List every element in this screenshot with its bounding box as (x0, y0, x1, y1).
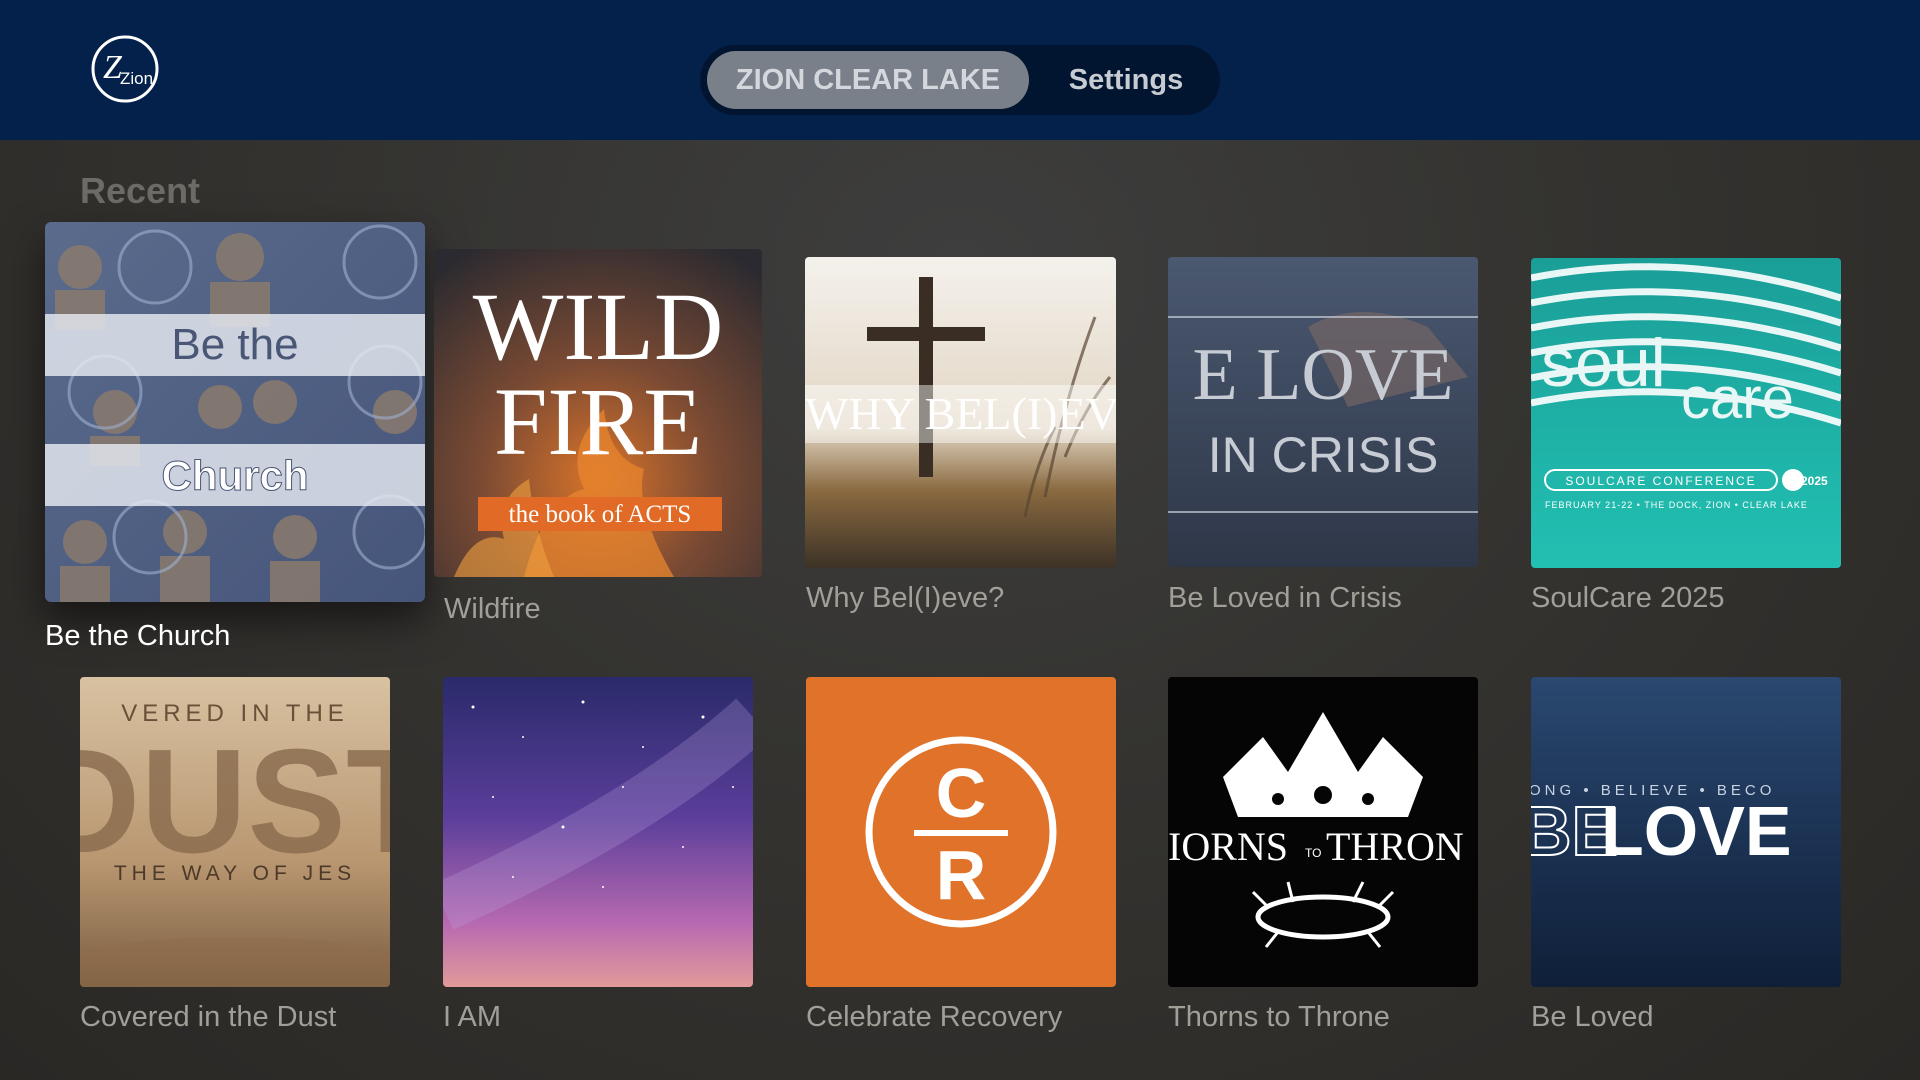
tile-covered-in-the-dust[interactable]: VERED IN THE DUST THE WAY OF JES Covered… (80, 677, 390, 1047)
tile-celebrate-recovery[interactable]: C R Celebrate Recovery (806, 677, 1116, 1047)
tile-i-am[interactable]: I AM (443, 677, 753, 1047)
tile-artwork (443, 677, 753, 987)
tile-title: Wildfire (444, 593, 541, 625)
top-bar: Z Zion ZION CLEAR LAKE Settings (0, 0, 1920, 140)
tile-wildfire[interactable]: WILD FIRE the book of ACTS Wildfire (434, 249, 762, 629)
tab-settings[interactable]: Settings (1040, 51, 1212, 109)
tile-be-loved[interactable]: ONG • BELIEVE • BECO BE LOVE Be Loved (1531, 677, 1841, 1047)
art-text: Church (162, 452, 309, 499)
art-text: SOULCARE CONFERENCE (1565, 474, 1756, 488)
tile-title: Thorns to Throne (1168, 1001, 1390, 1033)
art-text: WHY BEL(I)EV (805, 388, 1116, 439)
tile-title: Be the Church (45, 620, 231, 652)
tile-title: Be Loved (1531, 1001, 1654, 1033)
tile-title: SoulCare 2025 (1531, 582, 1725, 614)
tile-soulcare-2025[interactable]: soul care SOULCARE CONFERENCE 2025 FEBRU… (1531, 258, 1841, 628)
tile-title: Celebrate Recovery (806, 1001, 1063, 1033)
art-text: care (1681, 366, 1794, 431)
tile-be-loved-in-crisis[interactable]: E LOVE IN CRISIS Be Loved in Crisis (1168, 257, 1478, 627)
tile-artwork: soul care SOULCARE CONFERENCE 2025 FEBRU… (1531, 258, 1841, 568)
art-text: the book of ACTS (509, 501, 692, 528)
art-text: IN CRISIS (1208, 427, 1439, 483)
art-text: FIRE (494, 368, 702, 475)
tile-title: I AM (443, 1001, 502, 1033)
art-text: IORNS (1168, 824, 1288, 869)
tile-artwork: Be the Church (45, 222, 425, 602)
tile-be-the-church[interactable]: Be the Church Be the Church (45, 222, 425, 652)
section-title-recent: Recent (80, 170, 201, 211)
location-tab-bar: ZION CLEAR LAKE Settings (700, 45, 1220, 115)
art-text: FEBRUARY 21-22 • THE DOCK, ZION • CLEAR … (1545, 500, 1808, 510)
tile-title: Why Bel(I)eve? (806, 582, 1005, 614)
logo-text: Zion (120, 69, 153, 88)
tile-artwork: VERED IN THE DUST THE WAY OF JES (80, 677, 390, 987)
art-text: soul (1541, 325, 1666, 401)
tile-artwork: C R (806, 677, 1116, 987)
art-text: WILD (473, 273, 724, 380)
art-text: E LOVE (1193, 334, 1454, 416)
tile-artwork: WILD FIRE the book of ACTS (434, 249, 762, 577)
art-text: C (936, 754, 987, 832)
art-text: 2025 (1801, 474, 1828, 488)
art-text: DUST (80, 719, 390, 884)
art-text: R (936, 836, 987, 914)
tile-artwork: E LOVE IN CRISIS (1168, 257, 1478, 567)
tile-artwork: IORNS TO THRON (1168, 677, 1478, 987)
tile-title: Covered in the Dust (80, 1001, 337, 1033)
tile-why-believe[interactable]: WHY BEL(I)EV Why Bel(I)eve? (805, 257, 1116, 627)
tile-title: Be Loved in Crisis (1168, 582, 1402, 614)
art-text: THE WAY OF JES (114, 862, 356, 885)
art-text: TO (1305, 846, 1321, 860)
tab-zion-clear-lake[interactable]: ZION CLEAR LAKE (707, 51, 1029, 109)
tile-thorns-to-throne[interactable]: IORNS TO THRON Thorns to Throne (1168, 677, 1478, 1047)
art-text: Be the (171, 320, 298, 369)
art-text: THRON (1326, 824, 1464, 869)
tile-artwork: WHY BEL(I)EV (805, 257, 1116, 568)
tile-artwork: ONG • BELIEVE • BECO BE LOVE (1531, 677, 1841, 987)
art-text: LOVE (1601, 792, 1792, 870)
zion-logo: Z Zion (90, 34, 160, 104)
